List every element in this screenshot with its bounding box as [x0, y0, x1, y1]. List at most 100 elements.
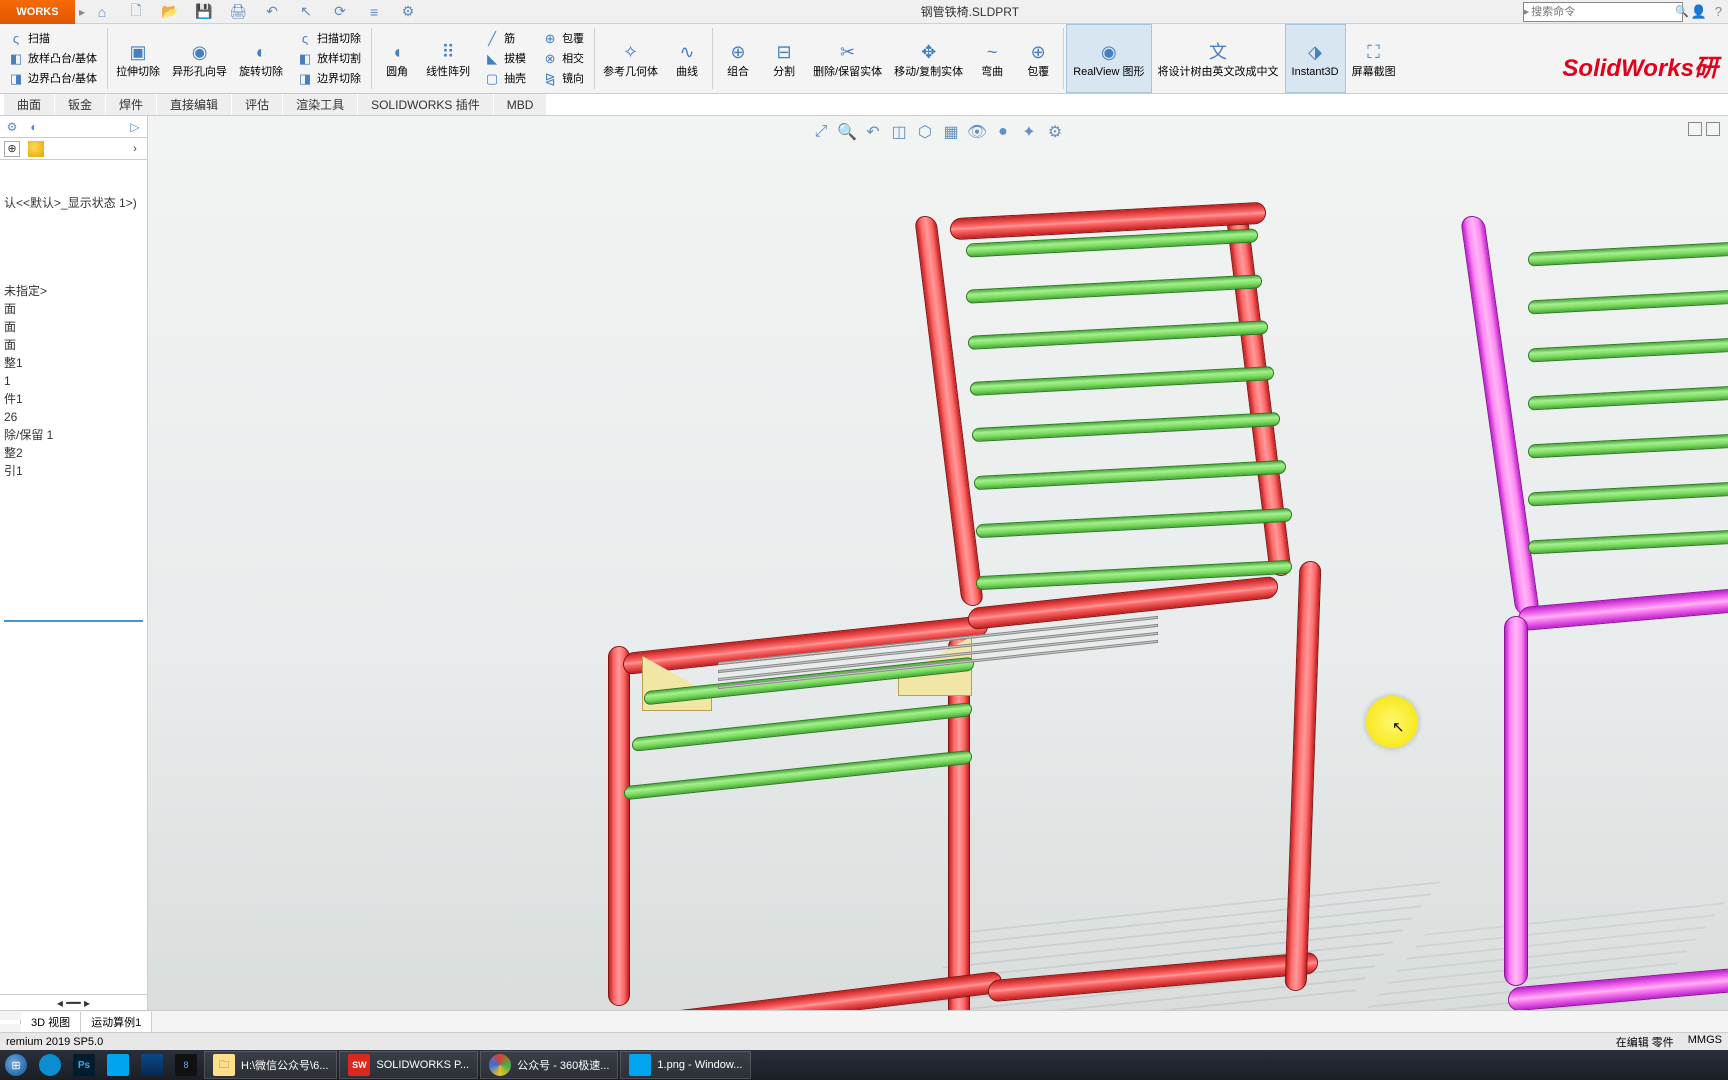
scene-icon[interactable]: ✦ — [1019, 122, 1039, 142]
taskbar-explorer[interactable]: 🗀H:\微信公众号\6... — [204, 1051, 337, 1079]
ribbon-wrap2[interactable]: ⊕包覆 — [1015, 24, 1061, 93]
model-chair-pink[interactable] — [1478, 216, 1728, 1010]
ribbon-wrap-group[interactable]: ⊕包覆 ⊗相交 ⧎镜向 — [534, 24, 592, 93]
help-icon[interactable]: ? — [1715, 4, 1722, 20]
tree-item[interactable]: 面 — [4, 318, 143, 336]
qat-print-icon[interactable]: 🖨 — [229, 3, 247, 21]
tab-render[interactable]: 渲染工具 — [283, 94, 357, 115]
zoom-area-icon[interactable]: 🔍 — [837, 122, 857, 142]
tree-item[interactable]: 未指定> — [4, 282, 143, 300]
ribbon-delete-keep[interactable]: ✂删除/保留实体 — [807, 24, 888, 93]
tab-direct-edit[interactable]: 直接编辑 — [157, 94, 231, 115]
taskbar-item[interactable] — [34, 1051, 66, 1079]
tree-item[interactable]: 件1 — [4, 390, 143, 408]
combine-icon: ⊕ — [726, 40, 750, 64]
taskbar-item[interactable]: 8 — [170, 1051, 202, 1079]
cursor-highlight — [1366, 696, 1418, 748]
qat-home-icon[interactable]: ⌂ — [93, 3, 111, 21]
ribbon-instant3d[interactable]: ⬗Instant3D — [1285, 24, 1346, 93]
qat-new-icon[interactable]: 🗋 — [127, 3, 145, 21]
qat-rebuild-icon[interactable]: ⟳ — [331, 3, 349, 21]
tree-item[interactable]: 1 — [4, 372, 143, 390]
zoom-fit-icon[interactable]: ⤢ — [811, 122, 831, 142]
3d-viewport[interactable]: ⤢ 🔍 ↶ ◫ ⬡ ▦ 👁 ● ✦ ⚙ — [148, 116, 1728, 1010]
feature-tree[interactable]: 认<<默认>_显示状态 1>) 未指定> 面 面 面 整1 1 件1 26 除/… — [0, 188, 147, 994]
ribbon-linear-pattern[interactable]: ⠿线性阵列 — [420, 24, 476, 93]
taskbar-item[interactable] — [102, 1051, 134, 1079]
ribbon-combine[interactable]: ⊕组合 — [715, 24, 761, 93]
ribbon-rib-group[interactable]: ╱筋 ◣拔模 ▢抽壳 — [476, 24, 534, 93]
translate-icon: 文 — [1206, 40, 1230, 64]
fm-appearance-icon[interactable] — [28, 141, 44, 157]
ribbon-translate-tree[interactable]: 文将设计树由英文改成中文 — [1152, 24, 1285, 93]
qat-settings-icon[interactable]: ⚙ — [399, 3, 417, 21]
tab-evaluate[interactable]: 评估 — [232, 94, 282, 115]
logo-dropdown-icon[interactable]: ▸ — [79, 5, 85, 19]
appearance-icon[interactable]: ● — [993, 122, 1013, 142]
fm-expand-icon[interactable]: ▷ — [127, 119, 143, 135]
prev-view-icon[interactable]: ↶ — [863, 122, 883, 142]
tree-item[interactable]: 引1 — [4, 462, 143, 480]
ribbon-screenshot[interactable]: ⛶屏幕截图 — [1346, 24, 1402, 93]
ribbon-sweep-cut-group[interactable]: ς扫描切除 ◧放样切割 ◨边界切除 — [289, 24, 369, 93]
tree-item[interactable]: 26 — [4, 408, 143, 426]
tab-sheetmetal[interactable]: 钣金 — [55, 94, 105, 115]
start-button[interactable]: ⊞ — [0, 1051, 32, 1079]
ribbon-hole-wizard[interactable]: ◉异形孔向导 — [166, 24, 233, 93]
tab-surface[interactable]: 曲面 — [4, 94, 54, 115]
tab-sw-addins[interactable]: SOLIDWORKS 插件 — [358, 94, 493, 115]
ribbon-sweep-group[interactable]: ς扫描 ◧放样凸台/基体 ◨边界凸台/基体 — [0, 24, 105, 93]
user-icon[interactable]: 👤 — [1691, 4, 1707, 20]
section-view-icon[interactable]: ◫ — [889, 122, 909, 142]
status-units[interactable]: MMGS — [1688, 1034, 1722, 1050]
tree-item[interactable]: 除/保留 1 — [4, 426, 143, 444]
qat-open-icon[interactable]: 📂 — [161, 3, 179, 21]
taskbar-photoshop[interactable]: Ps — [68, 1051, 100, 1079]
model-chair-red[interactable] — [568, 216, 1348, 1010]
ribbon-flex[interactable]: ~弯曲 — [969, 24, 1015, 93]
taskbar-solidworks[interactable]: SWSOLIDWORKS P... — [339, 1051, 478, 1079]
qat-select-icon[interactable]: ↖ — [297, 3, 315, 21]
btab-3dview[interactable]: 3D 视图 — [21, 1012, 81, 1032]
ribbon-ref-geometry[interactable]: ✧参考几何体 — [597, 24, 664, 93]
ribbon-curves[interactable]: ∿曲线 — [664, 24, 710, 93]
qat-options-icon[interactable]: ≡ — [365, 3, 383, 21]
ribbon-split[interactable]: ⊟分割 — [761, 24, 807, 93]
qat-save-icon[interactable]: 💾 — [195, 3, 213, 21]
tree-item[interactable]: 整2 — [4, 444, 143, 462]
search-input[interactable] — [1529, 6, 1675, 18]
fillet-icon: ◖ — [385, 40, 409, 64]
search-box[interactable]: ▸ 🔍 — [1523, 2, 1683, 22]
viewport-close-icon[interactable] — [1706, 122, 1720, 136]
ribbon-realview[interactable]: ◉RealView 图形 — [1066, 24, 1151, 93]
ribbon-extrude-cut[interactable]: ▣拉伸切除 — [110, 24, 166, 93]
btab-motion[interactable]: 运动算例1 — [81, 1012, 152, 1032]
display-style-icon[interactable]: ▦ — [941, 122, 961, 142]
draft-icon: ◣ — [484, 51, 500, 67]
qat-undo-icon[interactable]: ↶ — [263, 3, 281, 21]
tree-item[interactable]: 整1 — [4, 354, 143, 372]
taskbar-image-viewer[interactable]: 1.png - Window... — [620, 1051, 751, 1079]
ribbon-move-copy[interactable]: ✥移动/复制实体 — [888, 24, 969, 93]
fm-filter-icon[interactable]: ⊕ — [4, 141, 20, 157]
tab-weldments[interactable]: 焊件 — [106, 94, 156, 115]
tree-display-state[interactable]: 认<<默认>_显示状态 1>) — [4, 194, 143, 212]
ribbon-fillet[interactable]: ◖圆角 — [374, 24, 420, 93]
view-settings-icon[interactable]: ⚙ — [1045, 122, 1065, 142]
btab-model[interactable] — [0, 1020, 21, 1024]
panel-scrollbar[interactable]: ◂ ━━ ▸ — [0, 994, 147, 1010]
hide-show-icon[interactable]: 👁 — [967, 122, 987, 142]
solidworks-icon: SW — [348, 1054, 370, 1076]
fm-display-icon[interactable]: ◐ — [26, 119, 42, 135]
tab-mbd[interactable]: MBD — [494, 94, 547, 115]
tree-item[interactable]: 面 — [4, 336, 143, 354]
tree-item[interactable]: 面 — [4, 300, 143, 318]
view-orientation-icon[interactable]: ⬡ — [915, 122, 935, 142]
taskbar-browser[interactable]: 公众号 - 360极速... — [480, 1051, 618, 1079]
ribbon-revolve-cut[interactable]: ◐旋转切除 — [233, 24, 289, 93]
viewport-max-icon[interactable] — [1688, 122, 1702, 136]
taskbar-item[interactable] — [136, 1051, 168, 1079]
search-icon[interactable]: 🔍 — [1675, 3, 1689, 21]
fm-config-icon[interactable]: ⚙ — [4, 119, 20, 135]
fm-chevron-icon[interactable]: › — [127, 141, 143, 157]
